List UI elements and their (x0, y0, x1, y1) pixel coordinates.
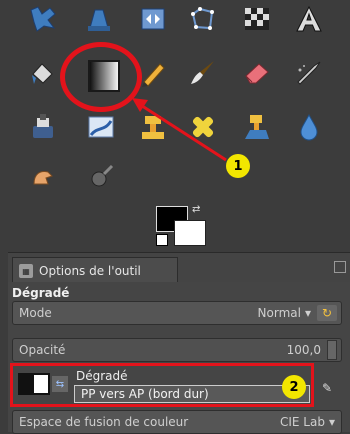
gradient-swap-icon[interactable]: ⇆ (52, 376, 68, 392)
bucket-fill-icon[interactable] (26, 56, 60, 90)
opacity-value[interactable]: 100,0 (287, 343, 321, 357)
blur-tool-icon[interactable] (292, 110, 326, 144)
tool-options-icon: ▦ (19, 264, 33, 278)
color-space-row[interactable]: Espace de fusion de couleur CIE Lab ▾ (12, 410, 342, 434)
warp-transform-icon[interactable] (240, 2, 274, 36)
dock-menu-icon[interactable] (334, 261, 346, 273)
dodge-burn-icon[interactable] (84, 160, 118, 194)
ink-tool-icon[interactable] (26, 110, 60, 144)
tool-options-tab[interactable]: ▦ Options de l'outil (12, 257, 178, 284)
paintbrush-tool-icon[interactable] (186, 56, 220, 90)
eraser-tool-icon[interactable] (240, 56, 274, 90)
opacity-spin-icon[interactable] (327, 340, 337, 360)
color-space-value: CIE Lab (279, 415, 325, 429)
gradient-value[interactable]: PP vers AP (bord dur) (74, 385, 310, 403)
airbrush-tool-icon[interactable] (292, 56, 326, 90)
mode-label: Mode (19, 306, 52, 320)
gradient-preview[interactable] (18, 373, 50, 395)
opacity-label: Opacité (19, 343, 66, 357)
color-space-label: Espace de fusion de couleur (19, 415, 189, 429)
mode-reset-icon[interactable]: ↻ (317, 305, 337, 321)
flip-tool-icon[interactable] (136, 2, 170, 36)
path-tool-icon[interactable] (26, 2, 60, 36)
swap-colors-icon[interactable]: ⇄ (192, 204, 200, 215)
chevron-down-icon[interactable]: ▾ (305, 306, 311, 320)
cage-transform-icon[interactable] (186, 2, 220, 36)
badge-2: 2 (282, 375, 306, 399)
tool-options-tab-label: Options de l'outil (39, 264, 141, 278)
tool-title: Dégradé (12, 286, 70, 300)
background-color-swatch[interactable] (174, 220, 206, 246)
edit-gradient-icon[interactable]: ✎ (322, 381, 332, 395)
default-colors-icon[interactable] (156, 234, 168, 246)
mode-value: Normal (257, 306, 301, 320)
unified-transform-icon[interactable] (82, 2, 116, 36)
chevron-down-icon[interactable]: ▾ (329, 415, 335, 429)
smudge-tool-icon[interactable] (26, 160, 60, 194)
gradient-label: Dégradé (76, 369, 128, 383)
text-tool-icon[interactable] (292, 2, 326, 36)
badge-1: 1 (226, 154, 250, 178)
mode-row[interactable]: Mode Normal ▾ ↻ (12, 301, 342, 325)
opacity-row[interactable]: Opacité 100,0 (12, 338, 342, 362)
mypaint-brush-icon[interactable] (84, 110, 118, 144)
dock-tab-bar: ▦ Options de l'outil (8, 252, 350, 284)
